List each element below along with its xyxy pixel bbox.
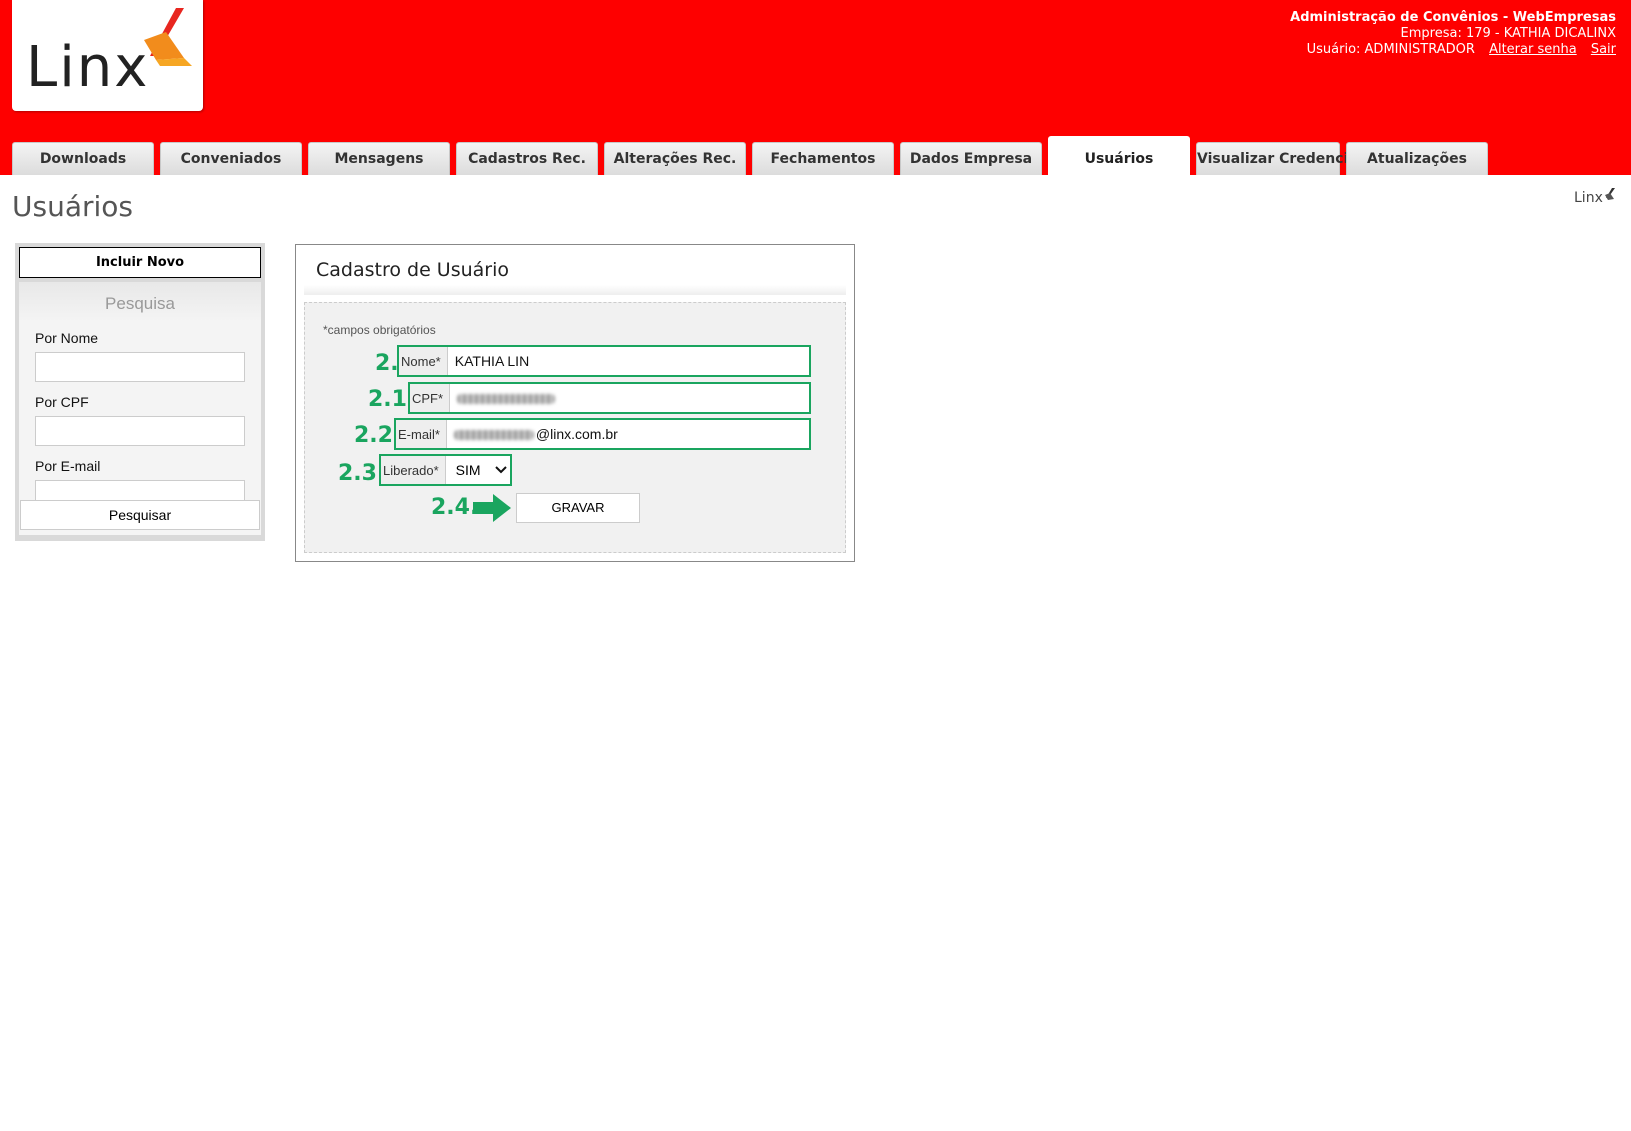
- system-title: Administração de Convênios - WebEmpresas: [1290, 10, 1616, 25]
- liberado-label: Liberado*: [381, 456, 446, 484]
- gravar-button[interactable]: GRAVAR: [516, 493, 640, 523]
- search-box: Pesquisa Por Nome Por CPF Por E-mail Pes…: [19, 282, 261, 535]
- tab-dados-empresa[interactable]: Dados Empresa: [900, 142, 1042, 175]
- small-linx-logo: Linx: [1574, 188, 1615, 206]
- search-panel: Incluir Novo Pesquisa Por Nome Por CPF P…: [15, 243, 265, 541]
- cpf-field[interactable]: CPF*: [408, 382, 811, 414]
- tab-mensagens[interactable]: Mensagens: [308, 142, 450, 175]
- form-title-divider: [304, 285, 846, 295]
- small-logo-text: Linx: [1574, 190, 1603, 206]
- liberado-value: SIM: [455, 462, 481, 478]
- pesquisar-button[interactable]: Pesquisar: [20, 500, 260, 530]
- email-domain: @linx.com.br: [535, 426, 618, 442]
- user-info: Administração de Convênios - WebEmpresas…: [1290, 10, 1616, 58]
- usuario-info: Usuário: ADMINISTRADOR: [1306, 42, 1475, 57]
- tab-cadastros-rec[interactable]: Cadastros Rec.: [456, 142, 598, 175]
- alterar-senha-link[interactable]: Alterar senha: [1489, 42, 1577, 57]
- required-note: *campos obrigatórios: [323, 323, 436, 337]
- nome-label: Nome*: [399, 347, 448, 375]
- tab-conveniados[interactable]: Conveniados: [160, 142, 302, 175]
- tab-atualizacoes[interactable]: Atualizações: [1346, 142, 1488, 175]
- liberado-select[interactable]: SIM: [446, 456, 507, 484]
- form-body: *campos obrigatórios 2. Nome* KATHIA LIN…: [304, 302, 846, 553]
- por-nome-input[interactable]: [35, 352, 245, 382]
- empresa-info: Empresa: 179 - KATHIA DICALINX: [1400, 26, 1616, 41]
- por-nome-label: Por Nome: [35, 330, 99, 346]
- tab-downloads[interactable]: Downloads: [12, 142, 154, 175]
- arrow-right-icon: [473, 494, 511, 522]
- email-field[interactable]: E-mail* @linx.com.br: [394, 418, 811, 450]
- chevron-down-icon: [494, 466, 507, 474]
- cpf-value-redacted: [450, 390, 557, 406]
- form-title: Cadastro de Usuário: [316, 259, 510, 281]
- search-title: Pesquisa: [105, 294, 175, 313]
- cpf-label: CPF*: [410, 384, 451, 412]
- nome-field[interactable]: Nome* KATHIA LIN: [397, 345, 811, 377]
- linx-logo[interactable]: Linx: [12, 0, 203, 111]
- tab-visualizar-credencial[interactable]: Visualizar Credencial: [1196, 142, 1363, 175]
- liberado-field[interactable]: Liberado* SIM: [379, 454, 512, 486]
- cadastro-usuario-panel: Cadastro de Usuário *campos obrigatórios…: [295, 244, 855, 562]
- small-linx-mark-icon: [1605, 188, 1615, 200]
- linx-mark-icon: [144, 8, 192, 66]
- email-label: E-mail*: [396, 420, 447, 448]
- por-cpf-input[interactable]: [35, 416, 245, 446]
- step-label-gravar: 2.4.: [431, 495, 479, 520]
- por-email-label: Por E-mail: [35, 458, 101, 474]
- incluir-novo-button[interactable]: Incluir Novo: [19, 247, 261, 278]
- tab-fechamentos[interactable]: Fechamentos: [752, 142, 894, 175]
- nome-value: KATHIA LIN: [454, 353, 530, 369]
- tab-usuarios[interactable]: Usuários: [1048, 136, 1190, 175]
- email-value: @linx.com.br: [447, 426, 618, 442]
- step-label-nome: 2.: [375, 351, 399, 376]
- page-title: Usuários: [12, 190, 133, 223]
- por-cpf-label: Por CPF: [35, 394, 89, 410]
- tab-alteracoes-rec[interactable]: Alterações Rec.: [604, 142, 746, 175]
- header-bar: Linx Administração de Convênios - WebEmp…: [0, 0, 1631, 175]
- sair-link[interactable]: Sair: [1591, 42, 1616, 57]
